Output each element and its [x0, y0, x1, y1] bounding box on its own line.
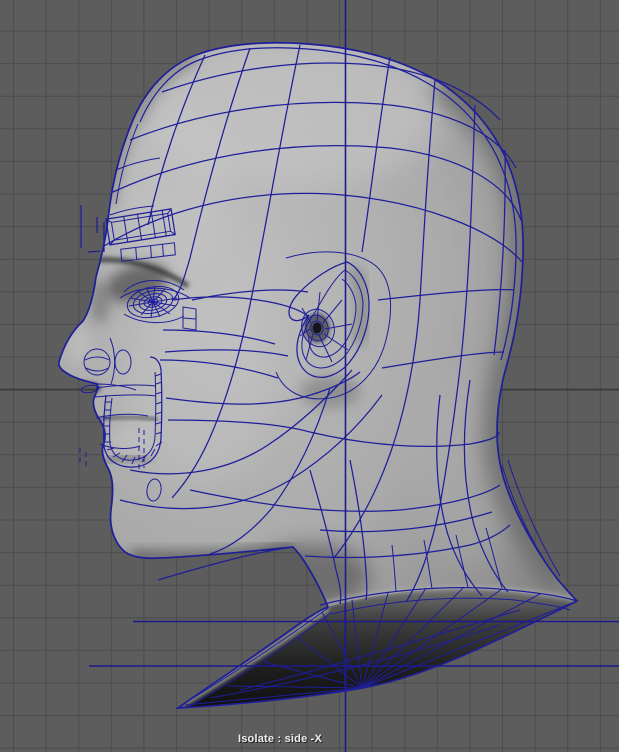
viewport-canvas[interactable] — [0, 0, 619, 752]
head-model[interactable] — [59, 35, 577, 708]
maya-viewport[interactable]: Isolate : side -X — [0, 0, 619, 752]
head-shading — [59, 35, 577, 708]
isolate-hud-label: Isolate : side -X — [205, 733, 355, 745]
floating-ticks — [81, 205, 104, 252]
